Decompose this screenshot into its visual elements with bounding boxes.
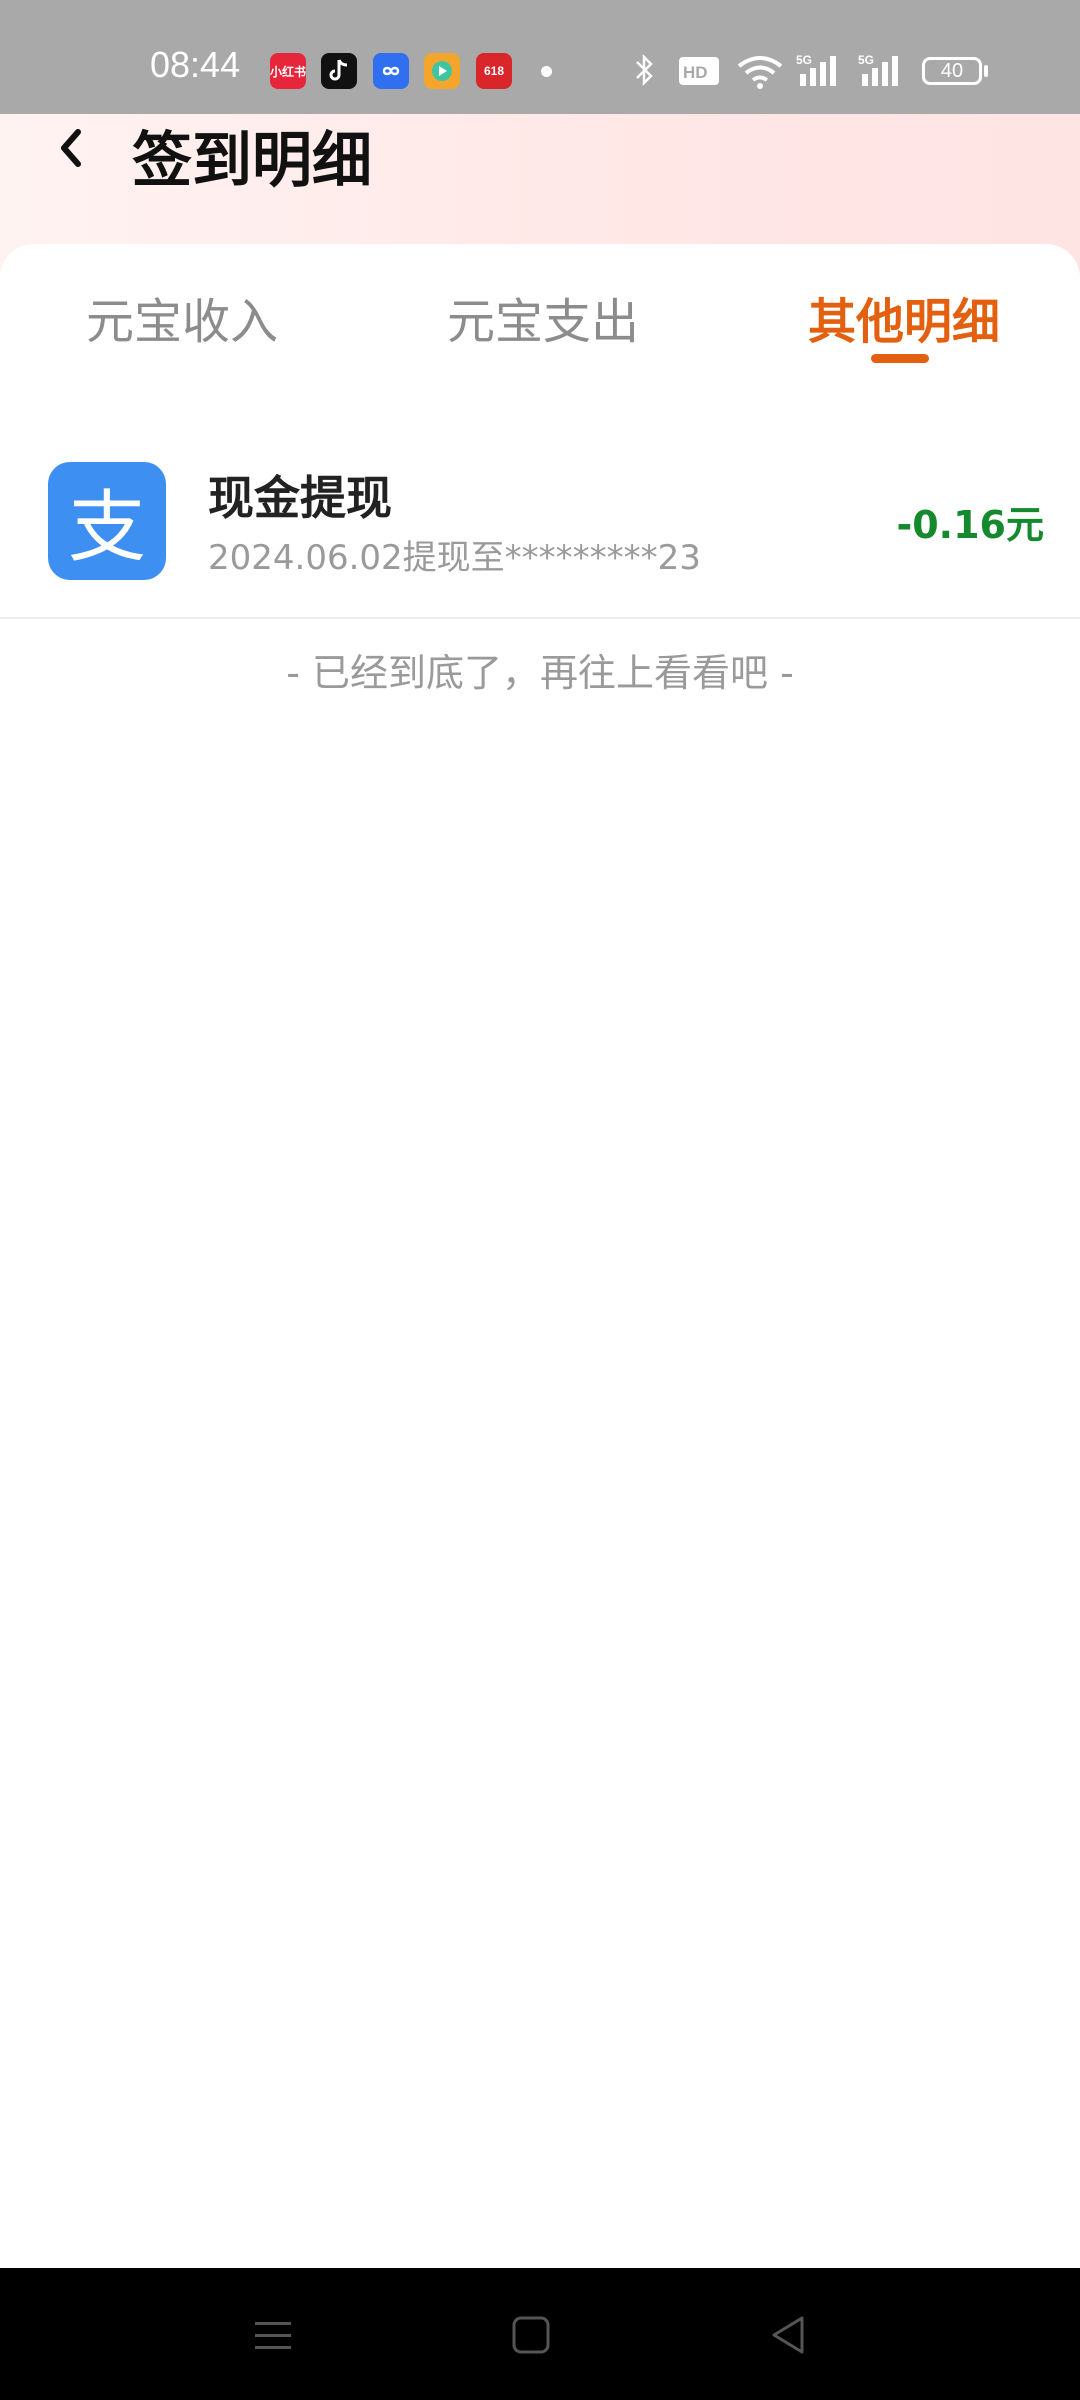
battery-icon: 40: [922, 57, 982, 85]
active-tab-indicator: [871, 354, 929, 363]
tab-yuanbao-income[interactable]: 元宝收入: [86, 282, 278, 352]
hd-voice-icon: HD: [679, 57, 719, 85]
back-triangle-icon[interactable]: [764, 2310, 814, 2360]
signal-5g-icon-2: 5G: [858, 53, 898, 86]
tab-other-details[interactable]: 其他明细: [808, 282, 1000, 352]
status-bar: 08:44 小红书 618 HD 5G 5G 40: [0, 0, 1080, 114]
svg-text:5G: 5G: [796, 53, 812, 67]
home-icon[interactable]: [506, 2310, 556, 2360]
xiaohongshu-icon: 小红书: [270, 53, 306, 89]
tab-yuanbao-expense[interactable]: 元宝支出: [447, 282, 639, 352]
svg-text:5G: 5G: [858, 53, 874, 67]
menu-icon[interactable]: [248, 2310, 298, 2360]
end-of-list-hint: - 已经到底了，再往上看看吧 -: [286, 651, 794, 695]
status-time: 08:44: [150, 44, 241, 85]
page-title: 签到明细: [132, 126, 372, 196]
record-amount: -0.16元: [896, 503, 1044, 547]
signal-5g-icon: 5G: [796, 53, 836, 86]
record-subtitle: 2024.06.02提现至*********23: [208, 538, 701, 578]
video-app-icon: [424, 53, 460, 89]
shopping-618-icon: 618: [476, 53, 512, 89]
record-title: 现金提现: [208, 471, 392, 525]
bluetooth-icon: [636, 53, 653, 87]
wifi-icon: [737, 56, 783, 89]
divider: [0, 617, 1080, 619]
svg-text:HD: HD: [683, 63, 708, 82]
notification-dot-icon: [541, 66, 552, 77]
back-arrow-icon[interactable]: [44, 118, 104, 178]
infinity-app-icon: [373, 53, 409, 89]
tiktok-icon: [321, 53, 357, 89]
battery-tip: [984, 65, 988, 77]
alipay-icon: 支: [48, 462, 166, 580]
